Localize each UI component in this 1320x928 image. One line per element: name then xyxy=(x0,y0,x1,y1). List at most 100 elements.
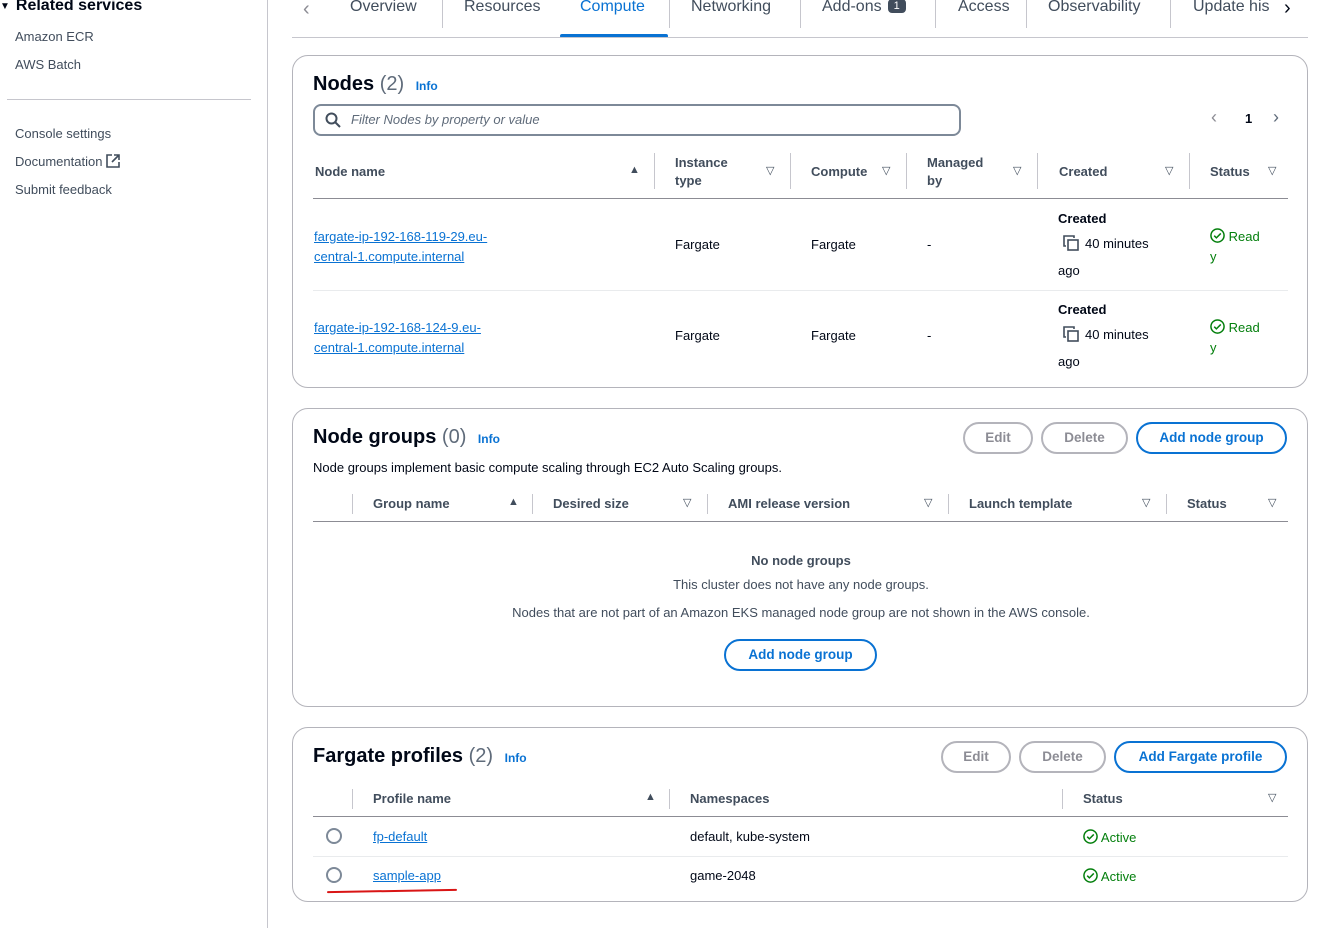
column-header-managed-by[interactable]: Managed by xyxy=(927,154,997,190)
select-profile-radio[interactable] xyxy=(326,867,342,883)
compute-cell: Fargate xyxy=(811,328,856,343)
edit-node-group-button[interactable]: Edit xyxy=(963,422,1033,454)
sort-icon[interactable]: ▽ xyxy=(882,164,890,177)
tab-access[interactable]: Access xyxy=(954,0,1014,36)
nodes-info-link[interactable]: Info xyxy=(416,79,438,93)
tab-networking[interactable]: Networking xyxy=(687,0,775,36)
edit-fargate-profile-button[interactable]: Edit xyxy=(941,741,1011,773)
node-groups-info-link[interactable]: Info xyxy=(478,432,500,446)
column-header-instance-type[interactable]: Instance type xyxy=(675,154,745,190)
delete-node-group-button[interactable]: Delete xyxy=(1041,422,1128,454)
sort-icon[interactable]: ▽ xyxy=(924,496,932,509)
sort-ascending-icon[interactable]: ▲ xyxy=(645,791,656,803)
delete-fargate-profile-button[interactable]: Delete xyxy=(1019,741,1106,773)
column-header-status[interactable]: Status xyxy=(1210,163,1250,181)
sidebar-link-submit-feedback[interactable]: Submit feedback xyxy=(15,182,112,197)
column-header-desired-size[interactable]: Desired size xyxy=(553,495,629,513)
column-separator xyxy=(532,494,533,514)
column-separator xyxy=(1189,153,1190,189)
column-header-created[interactable]: Created xyxy=(1059,163,1107,181)
column-header-node-name[interactable]: Node name xyxy=(315,163,385,181)
sort-icon[interactable]: ▽ xyxy=(1013,164,1021,177)
sort-icon[interactable]: ▽ xyxy=(683,496,691,509)
sidebar-link-console-settings[interactable]: Console settings xyxy=(15,126,111,141)
tab-update-history[interactable]: Update his xyxy=(1189,0,1273,36)
row-divider xyxy=(313,856,1288,857)
status-badge: Active xyxy=(1083,829,1136,845)
column-header-compute[interactable]: Compute xyxy=(811,163,867,181)
sort-ascending-icon[interactable]: ▲ xyxy=(629,164,640,176)
sort-icon[interactable]: ▽ xyxy=(1268,164,1276,177)
caret-down-icon: ▼ xyxy=(0,0,10,12)
tab-overview[interactable]: Overview xyxy=(346,0,421,36)
table-header-border xyxy=(313,816,1288,817)
created-label: Created xyxy=(1058,211,1107,226)
related-services-heading[interactable]: ▼ Related services xyxy=(0,0,142,15)
sort-icon[interactable]: ▽ xyxy=(1268,496,1276,509)
status-badge: Read y xyxy=(1210,228,1260,264)
empty-add-node-group-button[interactable]: Add node group xyxy=(724,639,877,671)
column-header-status[interactable]: Status xyxy=(1083,790,1123,808)
namespaces-cell: game-2048 xyxy=(690,868,756,883)
sort-icon[interactable]: ▽ xyxy=(1142,496,1150,509)
column-header-group-name[interactable]: Group name xyxy=(373,495,450,513)
empty-state-message: This cluster does not have any node grou… xyxy=(673,577,929,592)
select-profile-radio[interactable] xyxy=(326,828,342,844)
column-separator xyxy=(1062,789,1063,809)
profile-name-link[interactable]: sample-app xyxy=(373,868,441,883)
column-separator xyxy=(707,494,708,514)
previous-page-icon[interactable]: ‹ xyxy=(1211,107,1217,128)
fargate-info-link[interactable]: Info xyxy=(505,751,527,765)
tab-separator xyxy=(1170,0,1171,28)
column-header-launch-template[interactable]: Launch template xyxy=(969,495,1072,513)
sort-icon[interactable]: ▽ xyxy=(1165,164,1173,177)
node-name-link[interactable]: fargate-ip-192-168-119-29.eu-central-1.c… xyxy=(314,227,487,267)
sidebar-link-aws-batch[interactable]: AWS Batch xyxy=(15,57,81,72)
tabs-scroll-left-icon[interactable]: ‹ xyxy=(303,0,310,20)
sidebar-link-documentation[interactable]: Documentation xyxy=(15,154,121,169)
created-suffix: ago xyxy=(1058,354,1080,369)
success-check-icon xyxy=(1083,829,1098,844)
fargate-profiles-title: Fargate profiles (2) Info xyxy=(313,745,527,767)
tabs-scroll-right-icon[interactable]: › xyxy=(1284,0,1291,19)
nodes-container: Nodes (2) Info Filter Nodes by property … xyxy=(292,55,1308,388)
tab-compute[interactable]: Compute xyxy=(576,0,649,36)
tab-add-ons[interactable]: Add-ons 1 xyxy=(818,0,910,36)
instance-type-cell: Fargate xyxy=(675,328,720,343)
column-header-status[interactable]: Status xyxy=(1187,495,1227,513)
node-groups-title: Node groups (0) Info xyxy=(313,426,500,448)
empty-state-note: Nodes that are not part of an Amazon EKS… xyxy=(512,605,1090,620)
current-page-number[interactable]: 1 xyxy=(1245,111,1252,126)
instance-type-cell: Fargate xyxy=(675,237,720,252)
column-header-profile-name[interactable]: Profile name xyxy=(373,790,451,808)
managed-by-cell: - xyxy=(927,237,932,252)
nodes-filter-input[interactable]: Filter Nodes by property or value xyxy=(313,104,961,136)
copy-icon[interactable] xyxy=(1063,326,1079,342)
managed-by-cell: - xyxy=(927,328,932,343)
column-separator xyxy=(352,494,353,514)
sort-icon[interactable]: ▽ xyxy=(1268,791,1276,804)
column-separator xyxy=(1166,494,1167,514)
add-node-group-button[interactable]: Add node group xyxy=(1136,422,1287,454)
column-separator xyxy=(906,153,907,189)
namespaces-cell: default, kube-system xyxy=(690,829,810,844)
next-page-icon[interactable]: › xyxy=(1273,107,1279,128)
row-divider xyxy=(313,290,1288,291)
created-suffix: ago xyxy=(1058,263,1080,278)
column-separator xyxy=(1037,153,1038,189)
copy-icon[interactable] xyxy=(1063,235,1079,251)
node-name-link[interactable]: fargate-ip-192-168-124-9.eu-central-1.co… xyxy=(314,318,481,358)
tab-observability[interactable]: Observability xyxy=(1044,0,1144,36)
sidebar-divider xyxy=(7,99,251,100)
tab-resources[interactable]: Resources xyxy=(460,0,544,36)
column-header-namespaces[interactable]: Namespaces xyxy=(690,790,770,808)
sort-ascending-icon[interactable]: ▲ xyxy=(508,496,519,508)
column-separator xyxy=(790,153,791,189)
add-ons-count-badge: 1 xyxy=(887,0,906,13)
column-header-ami-release-version[interactable]: AMI release version xyxy=(728,495,850,513)
profile-name-link[interactable]: fp-default xyxy=(373,829,427,844)
status-badge: Active xyxy=(1083,868,1136,884)
sidebar-link-amazon-ecr[interactable]: Amazon ECR xyxy=(15,29,94,44)
sort-icon[interactable]: ▽ xyxy=(766,164,774,177)
add-fargate-profile-button[interactable]: Add Fargate profile xyxy=(1114,741,1287,773)
